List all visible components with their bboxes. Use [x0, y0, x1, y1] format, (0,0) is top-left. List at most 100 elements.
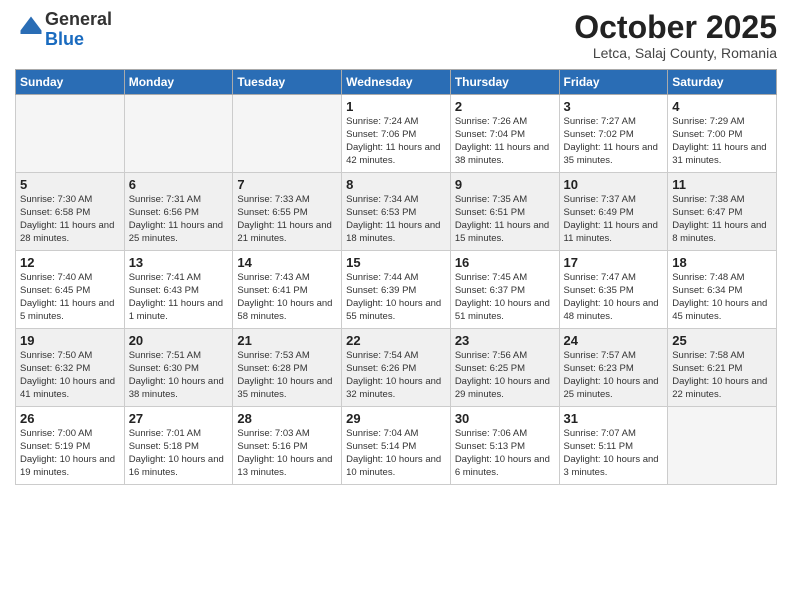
calendar-day-cell: 14 Sunrise: 7:43 AM Sunset: 6:41 PM Dayli…: [233, 251, 342, 329]
day-detail: Sunrise: 7:03 AM Sunset: 5:16 PM Dayligh…: [237, 428, 337, 479]
day-number: 14: [237, 255, 337, 270]
day-detail: Sunrise: 7:01 AM Sunset: 5:18 PM Dayligh…: [129, 428, 229, 479]
header-friday: Friday: [559, 70, 668, 95]
calendar-day-cell: 8 Sunrise: 7:34 AM Sunset: 6:53 PM Daylig…: [342, 173, 451, 251]
month-title: October 2025: [574, 10, 777, 45]
day-number: 11: [672, 177, 772, 192]
title-block: October 2025 Letca, Salaj County, Romani…: [574, 10, 777, 61]
day-number: 3: [564, 99, 664, 114]
calendar-table: Sunday Monday Tuesday Wednesday Thursday…: [15, 69, 777, 485]
header-saturday: Saturday: [668, 70, 777, 95]
day-number: 1: [346, 99, 446, 114]
calendar-day-cell: 29 Sunrise: 7:04 AM Sunset: 5:14 PM Dayli…: [342, 407, 451, 485]
calendar-day-cell: 19 Sunrise: 7:50 AM Sunset: 6:32 PM Dayli…: [16, 329, 125, 407]
day-number: 30: [455, 411, 555, 426]
day-detail: Sunrise: 7:38 AM Sunset: 6:47 PM Dayligh…: [672, 194, 772, 245]
day-detail: Sunrise: 7:40 AM Sunset: 6:45 PM Dayligh…: [20, 272, 120, 323]
calendar-day-cell: 3Sunrise: 7:27 AM Sunset: 7:02 PM Daylig…: [559, 95, 668, 173]
day-number: 6: [129, 177, 229, 192]
calendar-day-cell: [233, 95, 342, 173]
day-detail: Sunrise: 7:06 AM Sunset: 5:13 PM Dayligh…: [455, 428, 555, 479]
day-detail: Sunrise: 7:31 AM Sunset: 6:56 PM Dayligh…: [129, 194, 229, 245]
weekday-header-row: Sunday Monday Tuesday Wednesday Thursday…: [16, 70, 777, 95]
day-detail: Sunrise: 7:41 AM Sunset: 6:43 PM Dayligh…: [129, 272, 229, 323]
calendar-day-cell: 13 Sunrise: 7:41 AM Sunset: 6:43 PM Dayli…: [124, 251, 233, 329]
day-number: 29: [346, 411, 446, 426]
calendar-day-cell: 7 Sunrise: 7:33 AM Sunset: 6:55 PM Daylig…: [233, 173, 342, 251]
day-number: 8: [346, 177, 446, 192]
day-number: 23: [455, 333, 555, 348]
calendar-day-cell: 22 Sunrise: 7:54 AM Sunset: 6:26 PM Dayli…: [342, 329, 451, 407]
day-detail: Sunrise: 7:33 AM Sunset: 6:55 PM Dayligh…: [237, 194, 337, 245]
calendar-day-cell: 25 Sunrise: 7:58 AM Sunset: 6:21 PM Dayli…: [668, 329, 777, 407]
calendar-week-row: 26Sunrise: 7:00 AM Sunset: 5:19 PM Dayli…: [16, 407, 777, 485]
logo-general-text: General: [45, 9, 112, 29]
day-number: 16: [455, 255, 555, 270]
calendar-day-cell: 10Sunrise: 7:37 AM Sunset: 6:49 PM Dayli…: [559, 173, 668, 251]
day-detail: Sunrise: 7:47 AM Sunset: 6:35 PM Dayligh…: [564, 272, 664, 323]
day-detail: Sunrise: 7:50 AM Sunset: 6:32 PM Dayligh…: [20, 350, 120, 401]
calendar-week-row: 12 Sunrise: 7:40 AM Sunset: 6:45 PM Dayli…: [16, 251, 777, 329]
day-detail: Sunrise: 7:29 AM Sunset: 7:00 PM Dayligh…: [672, 116, 772, 167]
calendar-week-row: 19 Sunrise: 7:50 AM Sunset: 6:32 PM Dayli…: [16, 329, 777, 407]
day-number: 9: [455, 177, 555, 192]
day-detail: Sunrise: 7:54 AM Sunset: 6:26 PM Dayligh…: [346, 350, 446, 401]
day-detail: Sunrise: 7:35 AM Sunset: 6:51 PM Dayligh…: [455, 194, 555, 245]
header-tuesday: Tuesday: [233, 70, 342, 95]
day-number: 10: [564, 177, 664, 192]
day-number: 22: [346, 333, 446, 348]
calendar-day-cell: 6 Sunrise: 7:31 AM Sunset: 6:56 PM Daylig…: [124, 173, 233, 251]
day-number: 25: [672, 333, 772, 348]
calendar-day-cell: 17 Sunrise: 7:47 AM Sunset: 6:35 PM Dayli…: [559, 251, 668, 329]
page-header: General Blue October 2025 Letca, Salaj C…: [15, 10, 777, 61]
calendar-page: General Blue October 2025 Letca, Salaj C…: [0, 0, 792, 612]
calendar-day-cell: 5Sunrise: 7:30 AM Sunset: 6:58 PM Daylig…: [16, 173, 125, 251]
header-wednesday: Wednesday: [342, 70, 451, 95]
day-detail: Sunrise: 7:26 AM Sunset: 7:04 PM Dayligh…: [455, 116, 555, 167]
calendar-day-cell: 18 Sunrise: 7:48 AM Sunset: 6:34 PM Dayli…: [668, 251, 777, 329]
calendar-day-cell: 21 Sunrise: 7:53 AM Sunset: 6:28 PM Dayli…: [233, 329, 342, 407]
day-number: 21: [237, 333, 337, 348]
calendar-day-cell: 1 Sunrise: 7:24 AM Sunset: 7:06 PM Daylig…: [342, 95, 451, 173]
day-detail: Sunrise: 7:43 AM Sunset: 6:41 PM Dayligh…: [237, 272, 337, 323]
day-detail: Sunrise: 7:48 AM Sunset: 6:34 PM Dayligh…: [672, 272, 772, 323]
header-thursday: Thursday: [450, 70, 559, 95]
calendar-day-cell: 23 Sunrise: 7:56 AM Sunset: 6:25 PM Dayli…: [450, 329, 559, 407]
day-number: 12: [20, 255, 120, 270]
day-number: 7: [237, 177, 337, 192]
day-number: 20: [129, 333, 229, 348]
day-detail: Sunrise: 7:53 AM Sunset: 6:28 PM Dayligh…: [237, 350, 337, 401]
calendar-day-cell: [668, 407, 777, 485]
calendar-day-cell: 16 Sunrise: 7:45 AM Sunset: 6:37 PM Dayli…: [450, 251, 559, 329]
day-number: 31: [564, 411, 664, 426]
day-detail: Sunrise: 7:07 AM Sunset: 5:11 PM Dayligh…: [564, 428, 664, 479]
calendar-day-cell: 4 Sunrise: 7:29 AM Sunset: 7:00 PM Daylig…: [668, 95, 777, 173]
header-monday: Monday: [124, 70, 233, 95]
calendar-day-cell: 20Sunrise: 7:51 AM Sunset: 6:30 PM Dayli…: [124, 329, 233, 407]
day-detail: Sunrise: 7:34 AM Sunset: 6:53 PM Dayligh…: [346, 194, 446, 245]
day-number: 4: [672, 99, 772, 114]
day-number: 19: [20, 333, 120, 348]
day-detail: Sunrise: 7:30 AM Sunset: 6:58 PM Dayligh…: [20, 194, 120, 245]
calendar-day-cell: 30 Sunrise: 7:06 AM Sunset: 5:13 PM Dayli…: [450, 407, 559, 485]
day-detail: Sunrise: 7:45 AM Sunset: 6:37 PM Dayligh…: [455, 272, 555, 323]
day-number: 13: [129, 255, 229, 270]
day-detail: Sunrise: 7:24 AM Sunset: 7:06 PM Dayligh…: [346, 116, 446, 167]
calendar-day-cell: 31 Sunrise: 7:07 AM Sunset: 5:11 PM Dayli…: [559, 407, 668, 485]
calendar-day-cell: 27Sunrise: 7:01 AM Sunset: 5:18 PM Dayli…: [124, 407, 233, 485]
day-number: 18: [672, 255, 772, 270]
calendar-day-cell: 11 Sunrise: 7:38 AM Sunset: 6:47 PM Dayli…: [668, 173, 777, 251]
day-detail: Sunrise: 7:58 AM Sunset: 6:21 PM Dayligh…: [672, 350, 772, 401]
day-detail: Sunrise: 7:04 AM Sunset: 5:14 PM Dayligh…: [346, 428, 446, 479]
day-detail: Sunrise: 7:57 AM Sunset: 6:23 PM Dayligh…: [564, 350, 664, 401]
calendar-week-row: 5Sunrise: 7:30 AM Sunset: 6:58 PM Daylig…: [16, 173, 777, 251]
day-detail: Sunrise: 7:00 AM Sunset: 5:19 PM Dayligh…: [20, 428, 120, 479]
day-number: 17: [564, 255, 664, 270]
day-number: 15: [346, 255, 446, 270]
calendar-day-cell: [16, 95, 125, 173]
day-number: 24: [564, 333, 664, 348]
calendar-day-cell: 9 Sunrise: 7:35 AM Sunset: 6:51 PM Daylig…: [450, 173, 559, 251]
logo-icon: [17, 13, 45, 41]
calendar-day-cell: [124, 95, 233, 173]
day-detail: Sunrise: 7:56 AM Sunset: 6:25 PM Dayligh…: [455, 350, 555, 401]
